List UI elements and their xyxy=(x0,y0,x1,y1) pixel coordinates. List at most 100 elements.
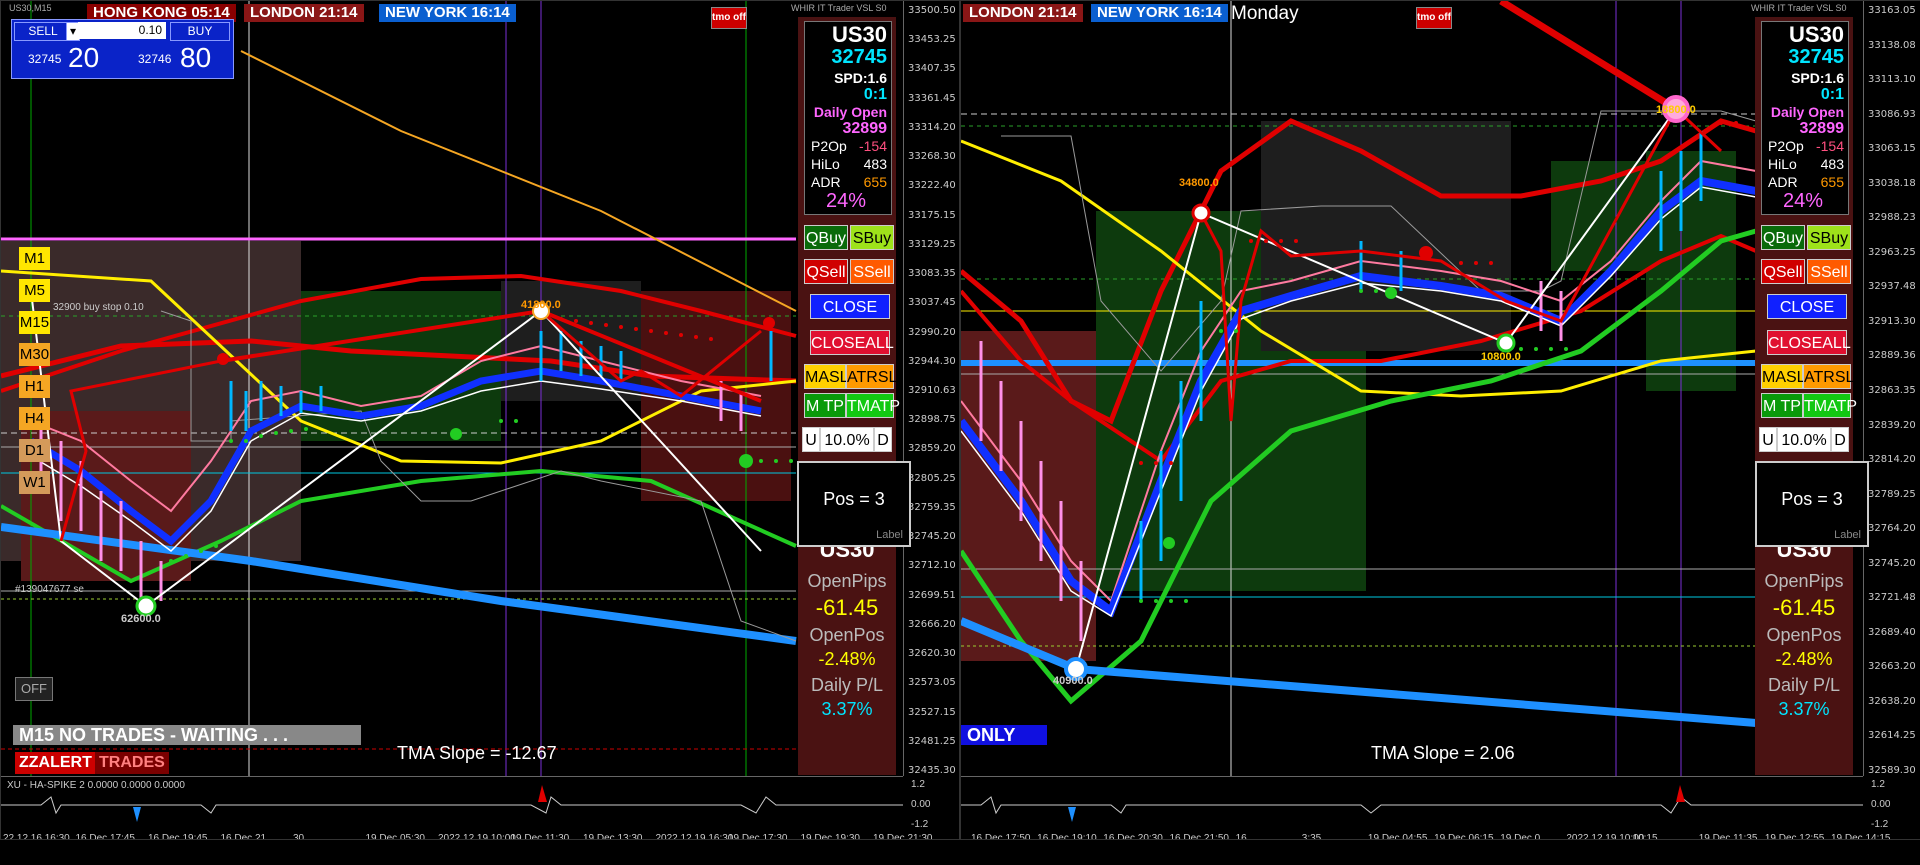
position-label-box: Pos = 3 Label xyxy=(797,461,911,547)
info-pct: 24% xyxy=(1782,190,1824,212)
mtp-button[interactable]: M TP xyxy=(804,393,846,418)
time-tick: 19 Dec 17:30 xyxy=(728,833,788,840)
timeframe-button-d1[interactable]: D1 xyxy=(19,439,50,462)
sbuy-button[interactable]: SBuy xyxy=(1807,225,1851,250)
info-pct: 24% xyxy=(825,190,867,212)
sell-button[interactable]: SELL xyxy=(14,22,72,41)
qbuy-button[interactable]: QBuy xyxy=(804,225,848,250)
time-tick: 16 xyxy=(1235,833,1247,840)
price-axis-left: 33500.50 33453.25 33407.35 33361.45 33314.20… xyxy=(903,1,959,776)
price-tick: 32789.25 xyxy=(1868,488,1916,500)
one-click-trade-panel: SELL ▾ 0.10 BUY 32745 20 32746 80 xyxy=(11,19,234,79)
ssell-button[interactable]: SSell xyxy=(850,259,894,284)
time-tick: 19 Dec 05:30 xyxy=(365,833,426,840)
price-tick: 33175.15 xyxy=(908,209,956,221)
time-tick: 16 Dec 19:10 xyxy=(1037,833,1097,840)
timeframe-button-h1[interactable]: H1 xyxy=(19,375,50,398)
sub-axis-top: 1.2 xyxy=(1871,779,1885,790)
symbol-info-box: US30 32745 SPD:1.6 0:1 Daily Open 32899 … xyxy=(1761,21,1849,215)
time-tick: 16 Dec 19:45 xyxy=(148,833,208,840)
timeframe-button-m15[interactable]: M15 xyxy=(19,311,50,334)
openpos-value: -2.48% xyxy=(1775,649,1833,669)
trades-button[interactable]: TRADES xyxy=(95,752,169,774)
close-button[interactable]: CLOSE xyxy=(1767,294,1847,319)
info-symbol: US30 xyxy=(1788,22,1844,47)
price-tick: 33361.45 xyxy=(908,92,956,104)
tmatp-button[interactable]: TMATP xyxy=(1803,393,1857,418)
off-button[interactable]: OFF xyxy=(15,677,53,701)
tmatp-button[interactable]: TMATP xyxy=(846,393,900,418)
price-tick: 33083.35 xyxy=(908,268,956,280)
risk-down-button[interactable]: D xyxy=(874,427,892,452)
openpips-value: -61.45 xyxy=(1772,595,1836,620)
timeframe-button-h4[interactable]: H4 xyxy=(19,407,50,430)
tmo-off-button[interactable]: tmo off xyxy=(711,7,747,29)
masl-button[interactable]: MASL xyxy=(1761,364,1806,389)
symbol-caption: US30,M15 xyxy=(9,3,52,13)
symbol-info-box: US30 32745 SPD:1.6 0:1 Daily Open 32899 … xyxy=(804,21,892,215)
masl-button[interactable]: MASL xyxy=(804,364,849,389)
info-daily-open-label: Daily Open xyxy=(1770,104,1844,120)
risk-down-button[interactable]: D xyxy=(1831,427,1849,452)
price-tick: 32712.10 xyxy=(908,560,956,572)
timeframe-button-w1[interactable]: W1 xyxy=(19,471,50,494)
bid-price-pips[interactable]: 20 xyxy=(68,42,99,74)
price-tick: 32937.48 xyxy=(1868,281,1916,293)
ticket-note: #139047677 se xyxy=(15,584,84,595)
atrsl-button[interactable]: ATRSL xyxy=(846,364,897,389)
sub-axis-top: 1.2 xyxy=(911,779,925,790)
zigzag-low-label: 40900.0 xyxy=(1053,675,1093,687)
mtp-button[interactable]: M TP xyxy=(1761,393,1803,418)
time-tick: 3:35 xyxy=(1301,833,1322,840)
tmo-off-button[interactable]: tmo off xyxy=(1416,7,1452,29)
qsell-button[interactable]: QSell xyxy=(1761,259,1805,284)
info-price: 32745 xyxy=(831,46,887,68)
sub-axis-mid: 0.00 xyxy=(911,799,931,810)
sbuy-button[interactable]: SBuy xyxy=(850,225,894,250)
zigzag-low-label: 62600.0 xyxy=(121,613,161,625)
qbuy-button[interactable]: QBuy xyxy=(1761,225,1805,250)
clock-london: LONDON 21:14 xyxy=(244,4,364,22)
openpos-label: OpenPos xyxy=(809,625,885,645)
price-tick: 32663.20 xyxy=(1868,661,1916,673)
zigzag-mid-label: 10800.0 xyxy=(1481,351,1521,363)
zzalert-button[interactable]: ZZALERT xyxy=(15,752,96,774)
clock-new-york: NEW YORK 16:14 xyxy=(379,4,516,22)
risk-up-button[interactable]: U xyxy=(1759,427,1777,452)
position-label-caption: Label xyxy=(876,529,903,541)
info-ratio: 0:1 xyxy=(863,86,887,103)
sub-axis-bottom: -1.2 xyxy=(911,819,929,830)
price-tick: 32839.20 xyxy=(1868,419,1916,431)
risk-percent-field[interactable]: 10.0% xyxy=(820,427,874,452)
daily-pl-label: Daily P/L xyxy=(1767,675,1841,695)
price-tick: 32689.40 xyxy=(1868,626,1916,638)
closeall-button[interactable]: CLOSEALL xyxy=(810,330,894,355)
timeframe-button-m30[interactable]: M30 xyxy=(19,343,50,366)
price-tick: 33407.35 xyxy=(908,63,956,75)
price-tick: 32481.25 xyxy=(908,735,956,747)
price-tick: 32913.30 xyxy=(1868,315,1916,327)
risk-percent-field[interactable]: 10.0% xyxy=(1777,427,1831,452)
risk-up-button[interactable]: U xyxy=(802,427,820,452)
ask-price-pips[interactable]: 80 xyxy=(180,42,211,74)
time-tick: 16 Dec 21 xyxy=(220,833,267,840)
price-tick: 32638.20 xyxy=(1868,695,1916,707)
price-tick: 33500.50 xyxy=(908,5,956,16)
atrsl-button[interactable]: ATRSL xyxy=(1803,364,1854,389)
lot-size-input[interactable]: 0.10 xyxy=(78,22,166,39)
time-tick: 16 Dec 17:45 xyxy=(75,833,136,840)
closeall-button[interactable]: CLOSEALL xyxy=(1767,330,1851,355)
timeframe-button-m5[interactable]: M5 xyxy=(19,279,50,302)
timeframe-button-m1[interactable]: M1 xyxy=(19,247,50,270)
price-tick: 32699.51 xyxy=(908,589,956,601)
close-button[interactable]: CLOSE xyxy=(810,294,890,319)
price-tick: 33138.08 xyxy=(1868,39,1916,51)
buy-button[interactable]: BUY xyxy=(170,22,230,41)
time-tick: 19 Dec 14:15 xyxy=(1831,833,1891,840)
ssell-button[interactable]: SSell xyxy=(1807,259,1851,284)
trade-manager-panel-left: US30 32745 SPD:1.6 0:1 Daily Open 32899 … xyxy=(798,17,900,775)
chart-window-left[interactable]: 33500.50 33453.25 33407.35 33361.45 33314.20… xyxy=(0,0,960,840)
chart-window-right[interactable]: 33163.05 33138.08 33113.10 33086.93 33063.15… xyxy=(960,0,1920,840)
qsell-button[interactable]: QSell xyxy=(804,259,848,284)
zigzag-high-label: 41800.0 xyxy=(521,299,561,311)
